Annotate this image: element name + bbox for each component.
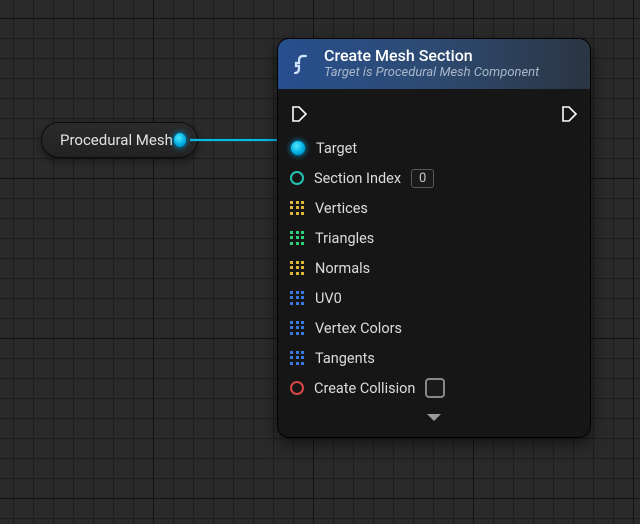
input-row-section-index: Section Index 0 [290, 163, 578, 193]
input-label-section-index: Section Index [314, 170, 401, 187]
node-header[interactable]: Create Mesh Section Target is Procedural… [278, 39, 590, 89]
expand-inputs-button[interactable] [290, 403, 578, 433]
input-row-triangles: Triangles [290, 223, 578, 253]
input-pin-section-index[interactable] [290, 171, 304, 185]
input-label-vertex-colors: Vertex Colors [315, 320, 402, 337]
function-icon [290, 52, 314, 76]
input-pin-vertices[interactable] [290, 201, 305, 216]
output-pin-object[interactable] [173, 132, 187, 148]
input-label-triangles: Triangles [315, 230, 374, 247]
var-node-label: Procedural Mesh [60, 131, 173, 149]
input-label-create-collision: Create Collision [314, 380, 415, 397]
input-row-normals: Normals [290, 253, 578, 283]
input-pin-triangles[interactable] [290, 231, 305, 246]
var-node-procedural-mesh[interactable]: Procedural Mesh [41, 122, 198, 158]
input-row-tangents: Tangents [290, 343, 578, 373]
create-collision-checkbox[interactable] [425, 378, 445, 398]
input-pin-tangents[interactable] [290, 351, 305, 366]
chevron-down-icon [425, 412, 443, 424]
input-row-target: Target [290, 133, 578, 163]
input-row-create-collision: Create Collision [290, 373, 578, 403]
node-create-mesh-section[interactable]: Create Mesh Section Target is Procedural… [277, 38, 591, 438]
input-pin-create-collision[interactable] [290, 381, 304, 395]
input-pin-vertex-colors[interactable] [290, 321, 305, 336]
node-title: Create Mesh Section [324, 47, 539, 65]
section-index-field[interactable]: 0 [411, 169, 434, 188]
node-subtitle: Target is Procedural Mesh Component [324, 66, 539, 81]
exec-row [290, 99, 578, 129]
exec-out-pin[interactable] [560, 105, 578, 123]
input-label-vertices: Vertices [315, 200, 368, 217]
input-row-vertex-colors: Vertex Colors [290, 313, 578, 343]
input-label-tangents: Tangents [315, 350, 375, 367]
wire-target [190, 128, 290, 154]
input-pin-normals[interactable] [290, 261, 305, 276]
node-body: Target Section Index 0 Vertices Triangle… [278, 89, 590, 437]
input-row-vertices: Vertices [290, 193, 578, 223]
input-label-target: Target [316, 140, 357, 157]
input-label-normals: Normals [315, 260, 370, 277]
exec-in-pin[interactable] [290, 105, 308, 123]
input-label-uv0: UV0 [315, 290, 342, 307]
input-row-uv0: UV0 [290, 283, 578, 313]
input-pin-uv0[interactable] [290, 291, 305, 306]
input-pin-target[interactable] [290, 140, 306, 156]
